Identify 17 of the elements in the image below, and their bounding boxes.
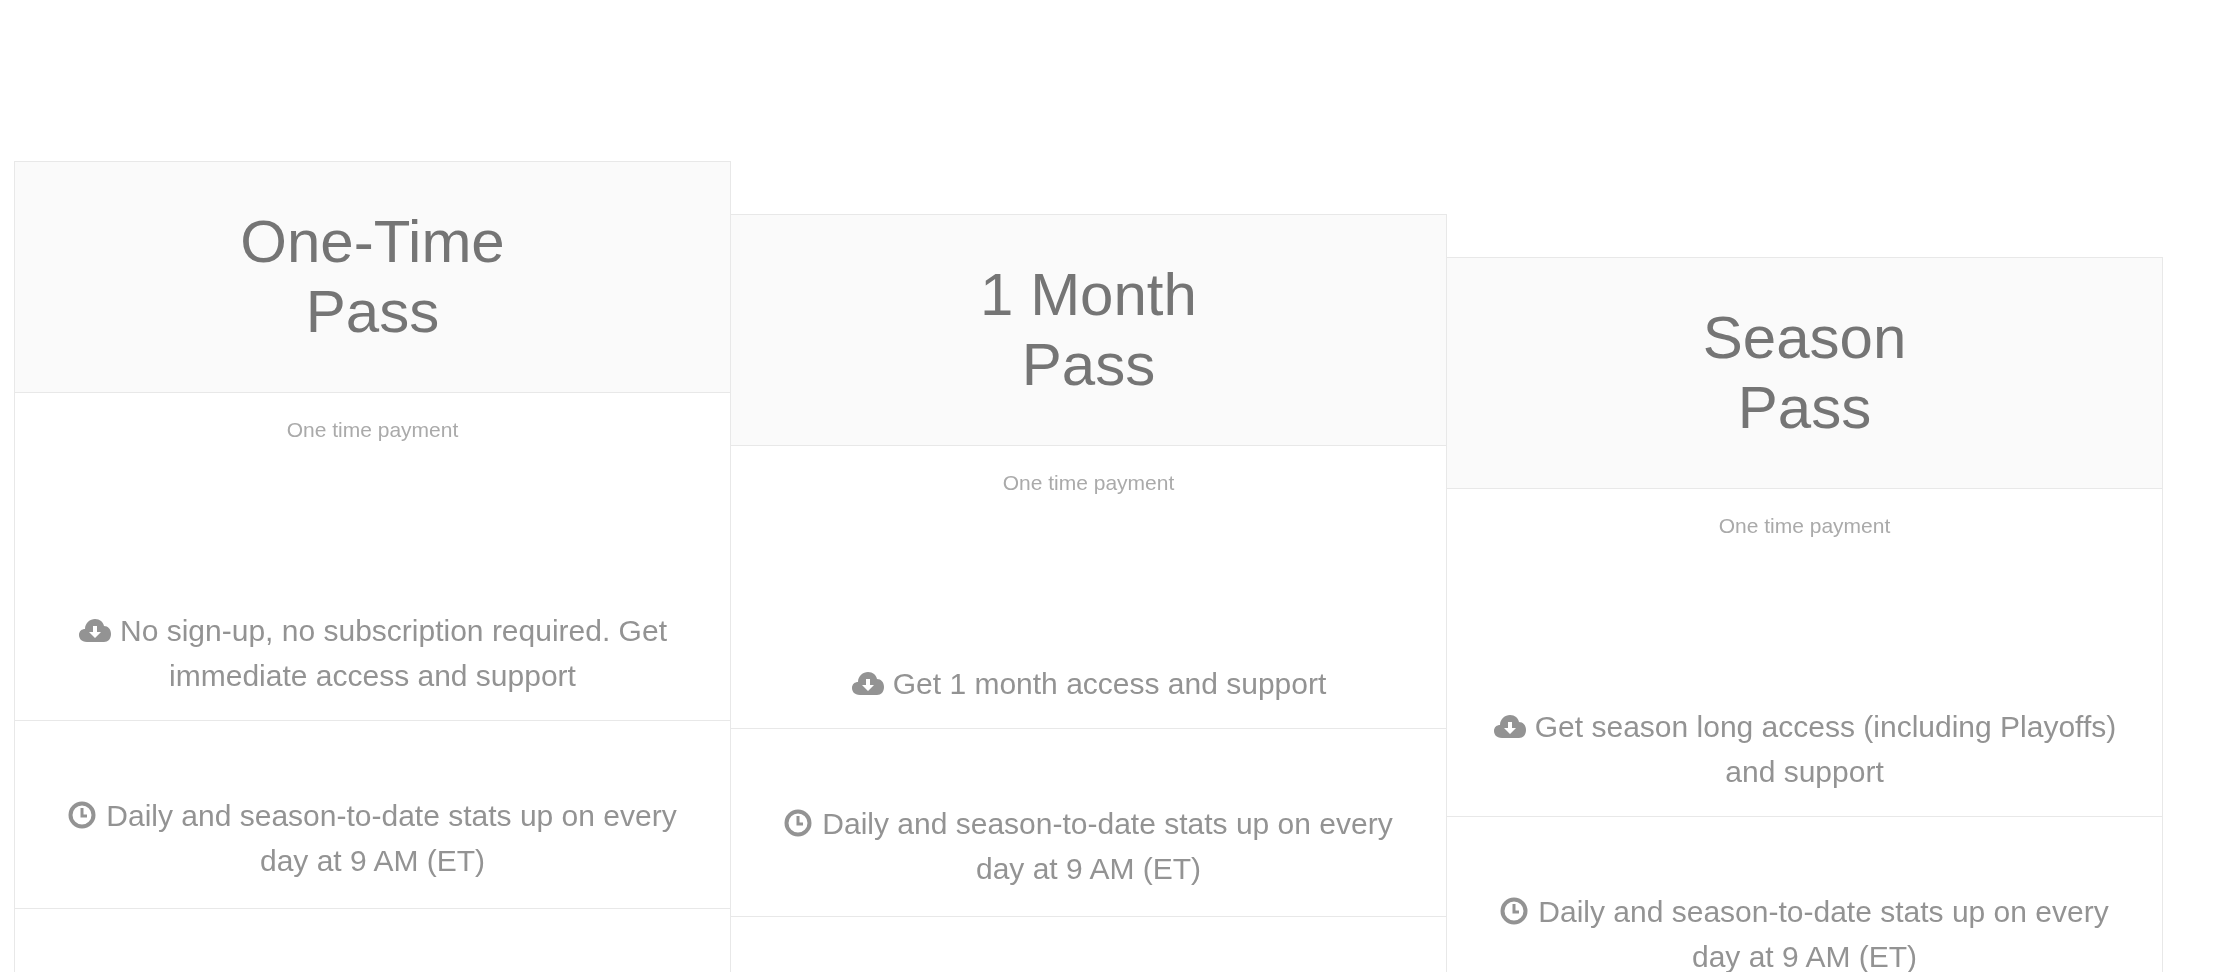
payment-note: One time payment (286, 417, 459, 443)
cloud-download-icon (1492, 713, 1527, 739)
feature-text: Get 1 month access and support (850, 661, 1327, 706)
plan-title: 1 Month Pass (979, 260, 1198, 400)
cloud-download-icon (78, 617, 112, 643)
feature-text: No sign-up, no subscription required. Get immediate access and support (52, 608, 693, 698)
clock-icon (784, 809, 813, 837)
payment-note: One time payment (1002, 470, 1175, 496)
cloud-download-icon (850, 670, 885, 696)
feature-text: Get season long access (including Playoffs) and support (1484, 704, 2125, 794)
plan-title: One-Time Pass (239, 207, 506, 347)
payment-note: One time payment (1718, 513, 1891, 539)
feature-text: Daily and season-to-date stats up on every day at 9 AM (ET) (52, 793, 693, 883)
clock-icon (1500, 897, 1529, 925)
feature-text: Daily and season-to-date stats up on every day at 9 AM (ET) (768, 801, 1409, 891)
clock-icon (68, 801, 97, 829)
plan-title: Season Pass (1701, 303, 1908, 443)
